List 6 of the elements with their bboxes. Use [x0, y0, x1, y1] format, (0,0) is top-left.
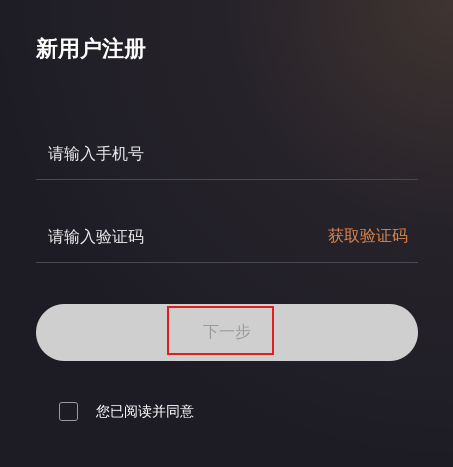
get-code-link[interactable]: 获取验证码 [328, 226, 418, 246]
agreement-checkbox[interactable] [59, 402, 78, 421]
agreement-text: 您已阅读并同意 [96, 402, 194, 420]
input-field[interactable]: 请输入验证码 [36, 226, 328, 246]
input-field[interactable]: 请输入手机号 [36, 144, 418, 162]
page-title: 新用户注册 [36, 36, 147, 64]
